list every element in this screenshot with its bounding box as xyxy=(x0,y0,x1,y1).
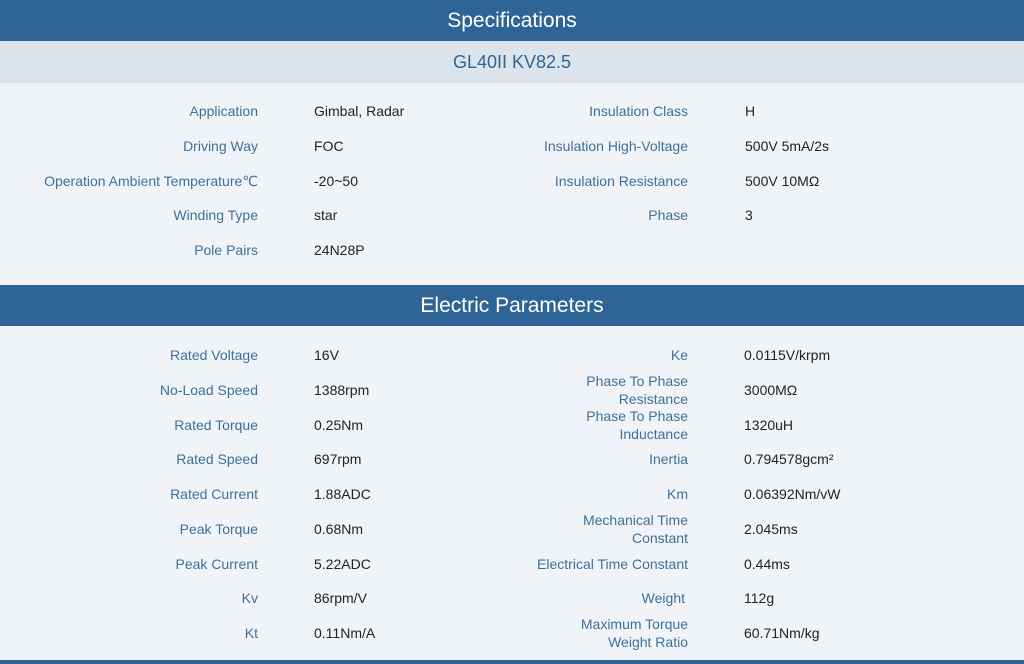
model-name: GL40II KV82.5 xyxy=(452,51,572,72)
param-label: Peak Current xyxy=(175,556,258,572)
param-label: Mechanical Time Constant xyxy=(582,512,688,546)
param-label: Rated Torque xyxy=(174,417,258,433)
param-row: Peak Current 5.22ADC Electrical Time Con… xyxy=(0,547,1024,581)
param-row: Kt 0.11Nm/A Maximum Torque Weight Ratio … xyxy=(0,616,1024,650)
spec-value: H xyxy=(745,103,756,119)
param-label: Rated Current xyxy=(170,486,258,502)
param-value: 0.794578gcm² xyxy=(744,451,834,467)
param-value: 16V xyxy=(314,347,339,363)
param-value: 0.06392Nm/vW xyxy=(744,486,841,502)
param-row: Rated Speed 697rpm Inertia 0.794578gcm² xyxy=(0,442,1024,476)
param-label: Peak Torque xyxy=(179,521,258,537)
param-value: 1320uH xyxy=(744,417,794,433)
spec-value: 3 xyxy=(745,207,753,223)
param-value: 0.68Nm xyxy=(314,521,364,537)
param-value: 5.22ADC xyxy=(314,556,371,572)
bottom-divider xyxy=(0,660,1024,664)
spec-label: Phase xyxy=(648,207,688,223)
spec-label: Insulation High-Voltage xyxy=(544,138,688,154)
param-row: No-Load Speed 1388rpm Phase To Phase Res… xyxy=(0,373,1024,407)
param-label: Kv xyxy=(241,590,258,606)
spec-row: Application Gimbal, Radar Insulation Cla… xyxy=(0,94,1024,128)
spec-value: 500V 5mA/2s xyxy=(745,138,830,154)
param-label: Phase To Phase Inductance xyxy=(586,408,688,442)
param-value: 86rpm/V xyxy=(314,590,367,606)
param-label: No-Load Speed xyxy=(159,382,258,398)
param-row: Rated Voltage 16V Ke 0.0115V/krpm xyxy=(0,338,1024,372)
spec-row: Operation Ambient Temperature℃ -20~50 In… xyxy=(0,164,1024,198)
spec-label: Operation Ambient Temperature℃ xyxy=(44,172,258,189)
param-label: Kt xyxy=(244,625,258,641)
electric-parameters-title: Electric Parameters xyxy=(420,293,604,317)
spec-row: Pole Pairs 24N28P xyxy=(0,233,1024,267)
param-value: 3000MΩ xyxy=(744,382,798,398)
param-label: Phase To Phase Resistance xyxy=(586,373,688,407)
spec-label: Insulation Class xyxy=(589,103,688,119)
param-label: Rated Speed xyxy=(176,451,258,467)
param-value: 1.88ADC xyxy=(314,486,371,502)
spec-value: 500V 10MΩ xyxy=(745,173,820,189)
param-value: 0.0115V/krpm xyxy=(744,347,831,363)
specifications-title: Specifications xyxy=(447,8,577,32)
spec-row: Driving Way FOC Insulation High-Voltage … xyxy=(0,129,1024,163)
spec-value: -20~50 xyxy=(314,173,358,189)
param-value: 697rpm xyxy=(314,451,362,467)
param-label: Ke xyxy=(670,347,688,363)
param-value: 0.25Nm xyxy=(314,417,364,433)
param-value: 0.44ms xyxy=(744,556,790,572)
param-label: Weight xyxy=(641,590,685,606)
param-label: Km xyxy=(667,486,688,502)
param-label: Inertia xyxy=(649,451,688,467)
specifications-header: Specifications xyxy=(0,0,1024,41)
param-value: 0.11Nm/A xyxy=(314,625,376,641)
param-value: 2.045ms xyxy=(744,521,798,537)
param-row: Rated Current 1.88ADC Km 0.06392Nm/vW xyxy=(0,477,1024,511)
spec-value: FOC xyxy=(314,138,344,154)
spec-value: 24N28P xyxy=(314,242,365,258)
spec-label: Pole Pairs xyxy=(194,242,258,258)
param-row: Rated Torque 0.25Nm Phase To Phase Induc… xyxy=(0,408,1024,442)
param-label: Electrical Time Constant xyxy=(537,556,688,572)
spec-row: Winding Type star Phase 3 xyxy=(0,198,1024,232)
model-banner: GL40II KV82.5 xyxy=(0,41,1024,83)
param-label: Rated Voltage xyxy=(170,347,258,363)
spec-value: star xyxy=(314,207,338,223)
param-value: 1388rpm xyxy=(314,382,370,398)
param-label: Maximum Torque Weight Ratio xyxy=(580,616,688,650)
spec-label: Driving Way xyxy=(183,138,258,154)
param-value: 60.71Nm/kg xyxy=(744,625,820,641)
param-value: 112g xyxy=(744,590,775,606)
spec-label: Winding Type xyxy=(173,207,258,223)
param-row: Peak Torque 0.68Nm Mechanical Time Const… xyxy=(0,512,1024,546)
param-row: Kv 86rpm/V Weight 112g xyxy=(0,581,1024,615)
spec-label: Insulation Resistance xyxy=(554,173,688,189)
spec-label: Application xyxy=(189,103,259,119)
electric-parameters-header: Electric Parameters xyxy=(0,285,1024,326)
spec-value: Gimbal, Radar xyxy=(314,103,405,119)
